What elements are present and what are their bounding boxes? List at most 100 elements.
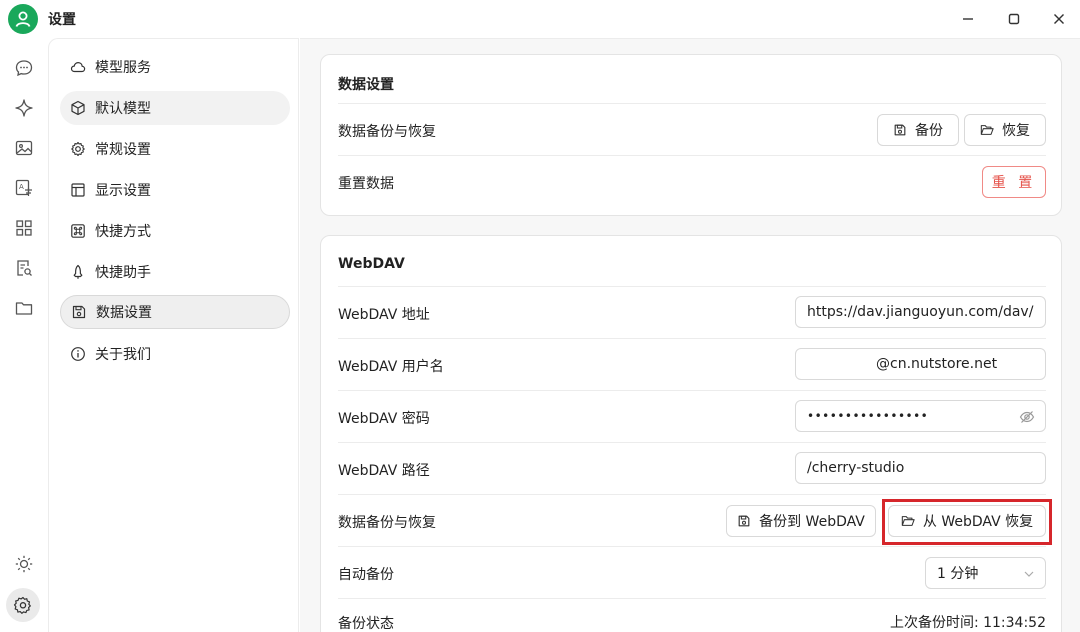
maximize-button[interactable]	[1003, 8, 1025, 30]
webdav-username-row: WebDAV 用户名 @cn.nutstore.net	[338, 338, 1046, 390]
backup-status-value: 上次备份时间: 11:34:52	[889, 615, 1046, 631]
sun-icon	[15, 555, 33, 573]
menu-item-label: 快捷助手	[95, 265, 151, 281]
button-label: 备份	[915, 123, 943, 139]
reset-button[interactable]: 重 置	[982, 166, 1046, 198]
webdav-password-input[interactable]: ••••••••••••••••	[795, 400, 1046, 432]
layout-icon	[70, 182, 86, 198]
webdav-url-input[interactable]: https://dav.jianguoyun.com/dav/	[795, 296, 1046, 328]
doc-search-icon	[17, 260, 32, 276]
auto-backup-row: 自动备份 1 分钟	[338, 546, 1046, 598]
rail-chat[interactable]	[12, 56, 36, 80]
input-value: /cherry-studio	[807, 460, 905, 476]
rail-images[interactable]	[12, 136, 36, 160]
menu-item-model-service[interactable]: 模型服务	[60, 50, 290, 84]
menu-item-general-settings[interactable]: 常规设置	[60, 132, 290, 166]
menu-item-label: 默认模型	[95, 101, 151, 117]
gear-icon	[70, 141, 86, 157]
rail-apps[interactable]	[12, 216, 36, 240]
sparkle-icon	[15, 99, 33, 117]
row-label: 数据备份与恢复	[338, 124, 436, 140]
close-button[interactable]	[1048, 8, 1070, 30]
rocket-icon	[70, 264, 86, 280]
menu-item-label: 快捷方式	[95, 224, 151, 240]
folder-icon	[15, 302, 33, 315]
minimize-icon	[963, 18, 973, 20]
chat-icon	[15, 60, 33, 77]
translate-icon: A	[15, 179, 32, 196]
settings-icon	[13, 596, 31, 614]
menu-item-label: 数据设置	[96, 305, 152, 321]
menu-item-label: 显示设置	[95, 183, 151, 199]
info-icon	[70, 346, 86, 362]
webdav-username-input[interactable]: @cn.nutstore.net	[795, 348, 1046, 380]
row-label: 重置数据	[338, 176, 394, 192]
cloud-icon	[70, 59, 86, 75]
row-label: WebDAV 密码	[338, 411, 430, 427]
menu-item-shortcuts[interactable]: 快捷方式	[60, 214, 290, 248]
select-value: 1 分钟	[937, 566, 979, 582]
webdav-path-row: WebDAV 路径 /cherry-studio	[338, 442, 1046, 494]
rail-files[interactable]	[12, 296, 36, 320]
input-value: @cn.nutstore.net	[876, 356, 998, 372]
backup-to-webdav-button[interactable]: 备份到 WebDAV	[726, 505, 876, 537]
webdav-backup-restore-row: 数据备份与恢复 备份到 WebDAV 从 WebDAV 恢复	[338, 494, 1052, 546]
rail-theme-toggle[interactable]	[12, 552, 36, 576]
rail-knowledge[interactable]	[12, 256, 36, 280]
eye-off-icon[interactable]	[1019, 409, 1035, 425]
apps-icon	[16, 220, 32, 236]
card-title: WebDAV	[338, 256, 405, 272]
input-value: https://dav.jianguoyun.com/dav/	[807, 304, 1034, 320]
webdav-password-row: WebDAV 密码 ••••••••••••••••	[338, 390, 1046, 442]
folder-open-icon	[901, 514, 915, 528]
webdav-path-input[interactable]: /cherry-studio	[795, 452, 1046, 484]
restore-button[interactable]: 恢复	[964, 114, 1046, 146]
menu-item-label: 常规设置	[95, 142, 151, 158]
menu-item-display-settings[interactable]: 显示设置	[60, 173, 290, 207]
backup-status-row: 备份状态 上次备份时间: 11:34:52	[338, 598, 1046, 632]
row-label: WebDAV 路径	[338, 463, 430, 479]
restore-from-webdav-button[interactable]: 从 WebDAV 恢复	[888, 505, 1046, 537]
title-bar: 设置	[0, 0, 1080, 38]
webdav-url-row: WebDAV 地址 https://dav.jianguoyun.com/dav…	[338, 286, 1046, 338]
input-value: ••••••••••••••••	[807, 409, 929, 423]
row-label: 备份状态	[338, 616, 394, 632]
row-label: 自动备份	[338, 567, 394, 583]
reset-data-row: 重置数据 重 置	[338, 155, 1046, 207]
save-icon	[71, 304, 87, 320]
save-icon	[893, 123, 907, 137]
icon-rail: A	[0, 38, 48, 632]
menu-item-default-model[interactable]: 默认模型	[60, 91, 290, 125]
menu-item-about[interactable]: 关于我们	[60, 337, 290, 371]
image-icon	[15, 140, 33, 156]
rail-settings[interactable]	[6, 588, 40, 622]
backup-restore-row: 数据备份与恢复 备份 恢复	[338, 103, 1046, 155]
user-icon	[15, 11, 31, 27]
rail-agents[interactable]	[12, 96, 36, 120]
data-settings-card: 数据设置 数据备份与恢复 备份 恢复 重置数据 重 置	[320, 54, 1062, 216]
button-label: 备份到 WebDAV	[759, 514, 865, 530]
command-icon	[70, 223, 86, 239]
cube-icon	[70, 100, 86, 116]
minimize-button[interactable]	[957, 8, 979, 30]
chevron-down-icon	[1024, 571, 1034, 577]
rail-translate[interactable]: A	[12, 176, 36, 200]
row-label: WebDAV 地址	[338, 307, 430, 323]
folder-open-icon	[980, 123, 994, 137]
settings-menu: 模型服务 默认模型 常规设置 显示设置 快捷方式 快捷助手 数据设置 关于我们	[48, 38, 299, 632]
auto-backup-select[interactable]: 1 分钟	[925, 557, 1046, 589]
save-icon	[737, 514, 751, 528]
row-label: WebDAV 用户名	[338, 359, 444, 375]
card-title: 数据设置	[338, 77, 394, 93]
menu-item-label: 模型服务	[95, 60, 151, 76]
webdav-card: WebDAV WebDAV 地址 https://dav.jianguoyun.…	[320, 235, 1062, 632]
svg-text:A: A	[19, 183, 24, 191]
menu-item-quick-assistant[interactable]: 快捷助手	[60, 255, 290, 289]
menu-item-data-settings[interactable]: 数据设置	[60, 295, 290, 329]
row-label: 数据备份与恢复	[338, 515, 436, 531]
window-title: 设置	[48, 12, 76, 28]
backup-button[interactable]: 备份	[877, 114, 959, 146]
settings-content: 数据设置 数据备份与恢复 备份 恢复 重置数据 重 置 WebDAV WebDA…	[300, 38, 1080, 632]
user-avatar[interactable]	[8, 4, 38, 34]
button-label: 恢复	[1002, 123, 1030, 139]
